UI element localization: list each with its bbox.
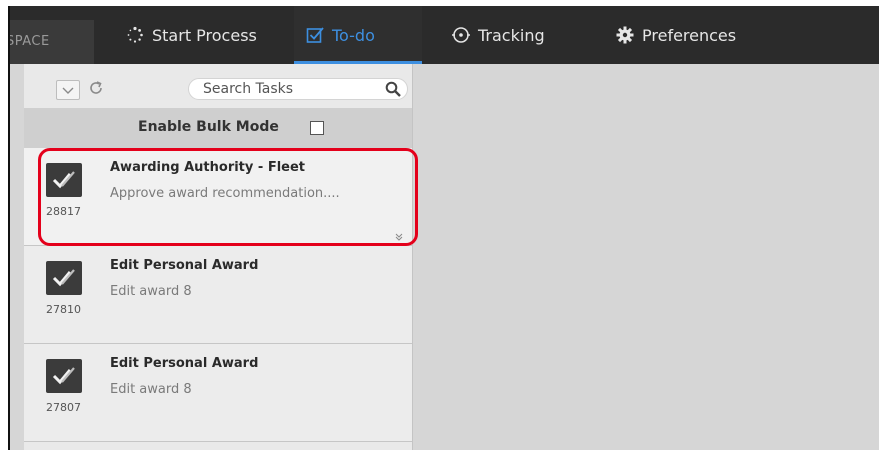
task-panel: Enable Bulk Mode 28817 Awarding Authorit… <box>24 64 413 450</box>
search-box <box>188 78 408 100</box>
task-description: Approve award recommendation.... <box>110 186 340 201</box>
tab-start-process[interactable]: Start Process <box>118 6 288 64</box>
tab-label: To-do <box>332 26 375 45</box>
task-title: Edit Personal Award <box>110 356 259 371</box>
target-icon <box>452 26 470 44</box>
task-id: 28817 <box>46 205 81 218</box>
checkbox-icon <box>306 26 324 44</box>
task-check-icon <box>46 163 82 197</box>
task-description: Edit award 8 <box>110 284 192 299</box>
bulk-mode-row: Enable Bulk Mode <box>24 108 412 148</box>
tab-label: Preferences <box>642 26 737 45</box>
chevron-down-icon <box>62 87 74 94</box>
tab-label: Start Process <box>152 26 257 45</box>
app-frame: SPACE Start Process To-do Tracking Prefe… <box>8 6 879 450</box>
tab-preferences[interactable]: Preferences <box>606 6 776 64</box>
tab-label: Tracking <box>478 26 545 45</box>
task-id: 27810 <box>46 303 81 316</box>
search-icon[interactable] <box>385 81 401 97</box>
search-input[interactable] <box>203 80 363 98</box>
refresh-button[interactable] <box>86 78 106 98</box>
bulk-mode-label: Enable Bulk Mode <box>138 119 279 135</box>
spinner-icon <box>126 26 144 44</box>
expand-chevron-icon[interactable] <box>394 227 404 241</box>
top-navigation-bar: SPACE Start Process To-do Tracking Prefe… <box>10 6 879 64</box>
gear-icon <box>616 26 634 44</box>
task-check-icon <box>46 359 82 393</box>
workspace-label: SPACE <box>10 20 94 64</box>
task-item[interactable]: 27810 Edit Personal Award Edit award 8 <box>24 246 412 344</box>
filter-dropdown-button[interactable] <box>56 80 80 100</box>
task-description: Edit award 8 <box>110 382 192 397</box>
tab-to-do[interactable]: To-do <box>294 6 422 64</box>
task-panel-toolbar <box>24 64 412 102</box>
tab-tracking[interactable]: Tracking <box>442 6 582 64</box>
task-check-icon <box>46 261 82 295</box>
task-title: Awarding Authority - Fleet <box>110 160 306 175</box>
refresh-icon <box>90 81 102 94</box>
task-id: 27807 <box>46 401 81 414</box>
task-item[interactable]: 28817 Awarding Authority - Fleet Approve… <box>24 148 412 246</box>
task-list: 28817 Awarding Authority - Fleet Approve… <box>24 148 412 442</box>
bulk-mode-checkbox[interactable] <box>310 121 324 135</box>
task-item[interactable]: 27807 Edit Personal Award Edit award 8 <box>24 344 412 442</box>
task-title: Edit Personal Award <box>110 258 259 273</box>
